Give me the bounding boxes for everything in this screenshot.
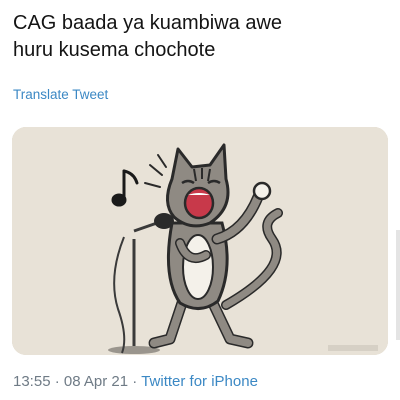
- scrollbar[interactable]: [396, 230, 400, 340]
- singing-cat-illustration: [12, 127, 388, 355]
- tweet-source-link[interactable]: Twitter for iPhone: [141, 373, 258, 390]
- meta-separator: ·: [132, 373, 138, 390]
- tweet-time: 13:55: [13, 373, 51, 390]
- tweet-date: 08 Apr 21: [63, 373, 129, 390]
- tweet-media-image[interactable]: [12, 127, 388, 355]
- tweet-text: CAG baada ya kuambiwa awe huru kusema ch…: [13, 12, 283, 61]
- meta-separator: ·: [54, 373, 60, 390]
- tweet-meta: 13:55 · 08 Apr 21 · Twitter for iPhone: [13, 373, 258, 390]
- translate-tweet-link[interactable]: Translate Tweet: [13, 87, 108, 102]
